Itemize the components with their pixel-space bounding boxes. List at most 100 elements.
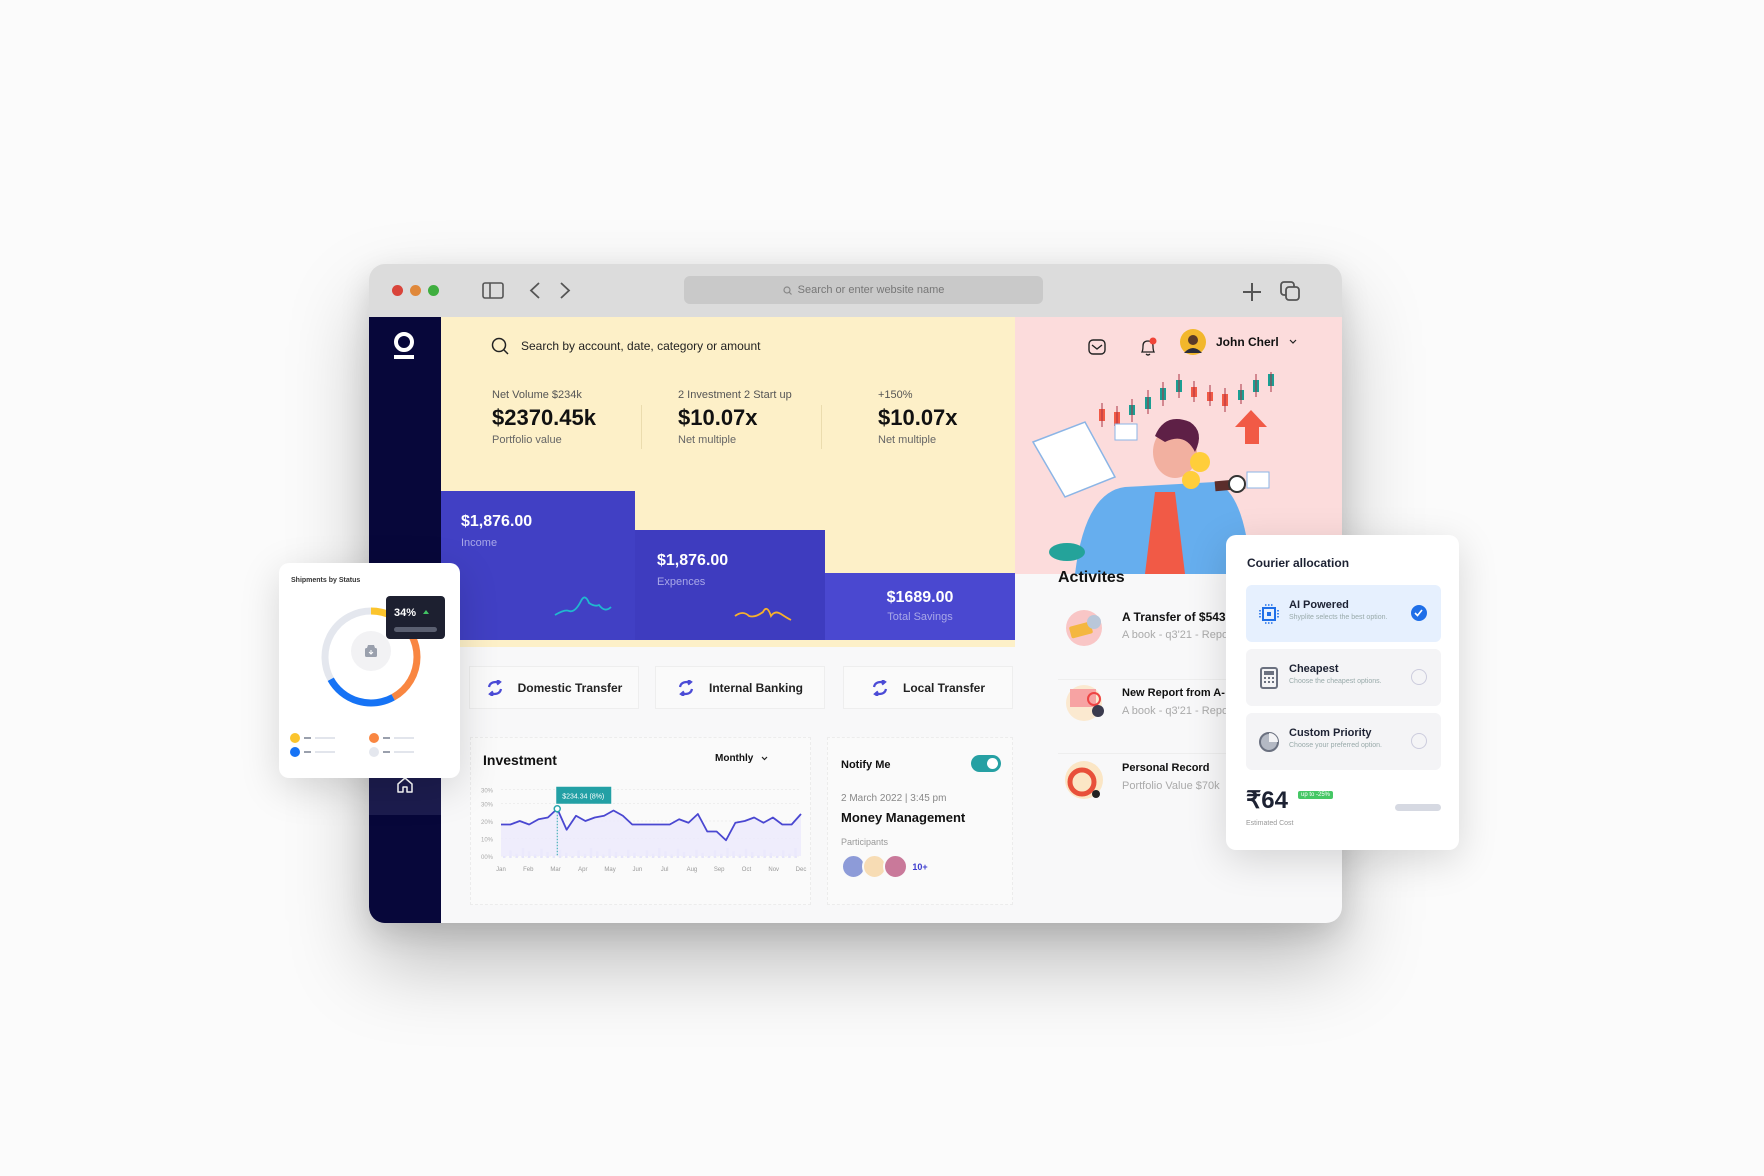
participants-list[interactable]: 10+ — [841, 854, 932, 879]
search-bar[interactable]: Search by account, date, category or amo… — [491, 337, 760, 355]
legend-dash — [383, 737, 390, 739]
transfer-label: Domestic Transfer — [517, 680, 623, 695]
chip-icon — [1259, 604, 1279, 624]
option-ai-powered[interactable]: AI Powered Shyplite selects the best opt… — [1246, 585, 1441, 642]
y-tick-label: 00% — [481, 855, 494, 861]
option-sub: Choose your preferred option. — [1289, 742, 1382, 749]
investment-title: Investment — [483, 752, 557, 768]
shipments-tooltip: 34% — [386, 596, 445, 639]
divider — [821, 405, 822, 449]
activity-illustration-icon — [1066, 610, 1102, 646]
pie-clock-icon — [1259, 732, 1279, 752]
option-custom-priority[interactable]: Custom Priority Choose your preferred op… — [1246, 713, 1441, 770]
income-sparkline — [554, 596, 612, 616]
tabs-overview-icon[interactable] — [1280, 281, 1301, 302]
forward-icon[interactable] — [559, 282, 571, 299]
transfer-icon — [678, 679, 694, 696]
search-icon — [491, 337, 509, 355]
option-sub: Choose the cheapest options. — [1289, 678, 1382, 685]
income-card[interactable]: $1,876.00 Income — [441, 491, 635, 640]
tooltip-point — [553, 805, 561, 813]
transfer-label: Local Transfer — [902, 680, 986, 695]
option-radio[interactable] — [1411, 669, 1427, 685]
stat-portfolio-value: Net Volume $234k $2370.45k Portfolio val… — [492, 389, 596, 446]
tooltip-value: 34% — [394, 607, 417, 619]
transfer-icon — [872, 679, 888, 696]
box-icon-bg — [351, 631, 391, 671]
x-tick-label: May — [604, 867, 615, 873]
stat-value: $2370.45k — [492, 405, 596, 430]
local-transfer-button[interactable]: Local Transfer — [843, 666, 1013, 709]
x-tick-label: Oct — [742, 867, 752, 873]
sidebar-toggle-icon[interactable] — [482, 282, 504, 299]
box-icon — [365, 645, 377, 657]
option-cheapest[interactable]: Cheapest Choose the cheapest options. — [1246, 649, 1441, 706]
url-bar[interactable]: Search or enter website name — [684, 276, 1043, 304]
internal-banking-button[interactable]: Internal Banking — [655, 666, 825, 709]
x-tick-label: Dec — [796, 867, 807, 873]
checkmark-icon — [1414, 609, 1423, 617]
legend-item — [290, 747, 335, 757]
option-radio-selected[interactable] — [1411, 605, 1427, 621]
legend-swatch — [369, 747, 379, 757]
maximize-window-button[interactable] — [428, 285, 439, 296]
donut-segment-blue — [327, 677, 395, 707]
calculator-icon — [1260, 667, 1278, 689]
back-icon[interactable] — [529, 282, 541, 299]
x-tick-label: Aug — [687, 867, 698, 873]
legend-swatch — [369, 733, 379, 743]
x-tick-label: Feb — [523, 867, 534, 873]
x-tick-label: Jul — [661, 867, 669, 873]
y-tick-label: 30% — [481, 803, 494, 809]
option-sub: Shyplite selects the best option. — [1289, 614, 1388, 621]
user-menu[interactable]: John Cherl — [1180, 329, 1297, 355]
savings-card[interactable]: $1689.00 Total Savings — [825, 573, 1015, 640]
stat-value: $10.07x — [678, 405, 758, 430]
period-value: Monthly — [715, 753, 754, 764]
estimated-cost-label: Estimated Cost — [1246, 820, 1294, 827]
notifications-button[interactable] — [1128, 329, 1168, 365]
x-tick-label: Mar — [550, 867, 560, 873]
option-title: Cheapest — [1289, 663, 1339, 675]
y-tick-label: 20% — [481, 820, 494, 826]
up-arrow-decoration — [1235, 410, 1267, 444]
tooltip-bar — [394, 627, 437, 632]
messages-button[interactable] — [1077, 329, 1117, 365]
volume-bar — [707, 856, 711, 858]
bell-icon — [1140, 337, 1157, 356]
event-title: Money Management — [841, 810, 966, 825]
period-select[interactable]: Monthly — [709, 748, 774, 769]
legend-item — [369, 747, 414, 757]
expenses-label: Expences — [657, 576, 706, 588]
app-logo-icon[interactable] — [391, 331, 417, 361]
y-tick-label: 10% — [481, 838, 494, 844]
notify-toggle[interactable] — [971, 755, 1001, 772]
minimize-window-button[interactable] — [410, 285, 421, 296]
stat-label: +150% — [878, 389, 913, 401]
divider — [641, 405, 642, 449]
transfer-label: Internal Banking — [708, 680, 803, 695]
new-tab-icon[interactable] — [1242, 282, 1262, 302]
investment-chart: 00% 10% 20% 30% 30% Jan Feb Mar Apr May Jun Jul Aug S… — [481, 786, 807, 873]
discount-badge: up to -25% — [1298, 791, 1334, 799]
notify-title: Notify Me — [841, 759, 891, 771]
domestic-transfer-button[interactable]: Domestic Transfer — [469, 666, 639, 709]
expenses-card[interactable]: $1,876.00 Expences — [635, 530, 825, 640]
courier-title: Courier allocation — [1247, 556, 1350, 570]
volume-bar — [639, 856, 642, 858]
browser-window: Search or enter website name Search by a… — [369, 264, 1342, 923]
y-tick-label: 30% — [481, 789, 494, 795]
activities-title: Activites — [1058, 569, 1125, 586]
placeholder-bar — [1395, 804, 1441, 811]
url-placeholder: Search or enter website name — [797, 284, 945, 296]
browser-titlebar: Search or enter website name — [369, 264, 1342, 317]
shipments-title: Shipments by Status — [291, 577, 361, 584]
stat-label: Net Volume $234k — [492, 389, 582, 401]
expenses-value: $1,876.00 — [657, 552, 729, 569]
activity-sub: A book - q3'21 - Report — [1122, 629, 1235, 641]
legend-swatch — [290, 733, 300, 743]
mail-icon — [1088, 339, 1106, 355]
savings-value: $1689.00 — [886, 589, 954, 606]
option-radio[interactable] — [1411, 733, 1427, 749]
close-window-button[interactable] — [392, 285, 403, 296]
